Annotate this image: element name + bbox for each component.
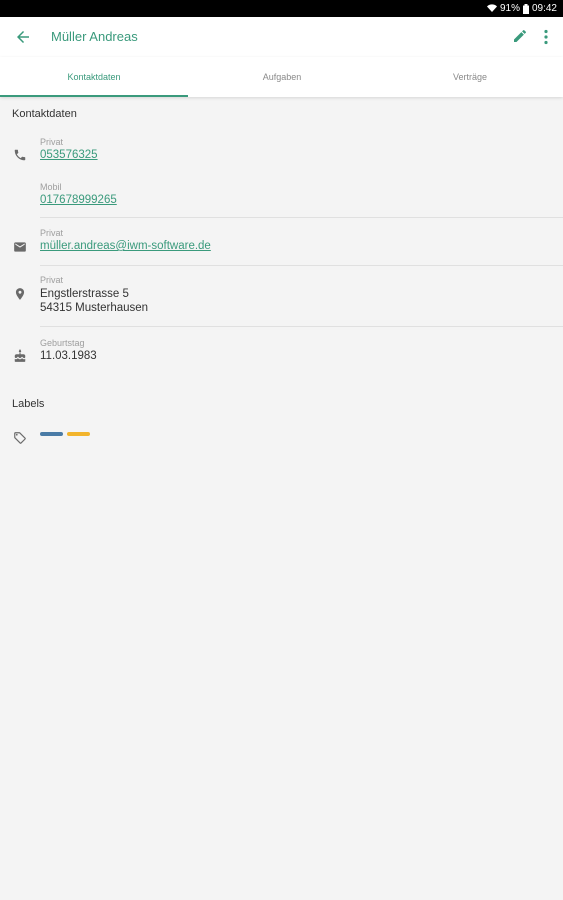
email-label: Privat — [40, 228, 64, 238]
phone-private-label: Privat — [40, 137, 64, 147]
edit-icon[interactable] — [512, 28, 528, 44]
birthday-value: 11.03.1983 — [40, 350, 97, 362]
location-icon — [15, 288, 25, 300]
birthday-cake-icon — [14, 349, 26, 362]
wifi-icon — [486, 4, 497, 12]
address-line1: Engstlerstrasse 5 — [40, 288, 129, 300]
email-link[interactable]: müller.andreas@iwm-software.de — [40, 240, 211, 252]
labels-section-title: Labels — [12, 398, 45, 410]
contact-section-title: Kontaktdaten — [12, 108, 77, 120]
address-line2: 54315 Musterhausen — [40, 302, 149, 314]
clock: 09:42 — [531, 3, 557, 14]
phone-private-link[interactable]: 053576325 — [40, 149, 98, 161]
divider — [40, 265, 563, 266]
back-arrow-icon[interactable] — [14, 28, 32, 46]
divider — [40, 217, 563, 218]
status-bar: 91% 09:42 — [0, 0, 563, 17]
tab-indicator — [0, 95, 188, 97]
label-chip-yellow[interactable] — [67, 432, 90, 436]
phone-mobile-label: Mobil — [40, 182, 62, 192]
page-title: Müller Andreas — [51, 29, 138, 44]
address-label: Privat — [40, 275, 64, 285]
phone-mobile-link[interactable]: 017678999265 — [40, 194, 117, 206]
divider — [40, 326, 563, 327]
label-icon — [14, 432, 26, 444]
tab-kontaktdaten[interactable]: Kontaktdaten — [0, 57, 188, 97]
tab-bar: Kontaktdaten Aufgaben Verträge — [0, 57, 563, 97]
tab-vertraege[interactable]: Verträge — [376, 57, 563, 97]
tab-aufgaben[interactable]: Aufgaben — [188, 57, 376, 97]
battery-percent: 91% — [499, 3, 520, 14]
phone-icon — [14, 149, 26, 161]
app-bar: Müller Andreas — [0, 17, 563, 57]
label-chip-blue[interactable] — [40, 432, 63, 436]
birthday-label: Geburtstag — [40, 338, 85, 348]
email-icon — [14, 242, 26, 252]
more-icon[interactable] — [540, 28, 552, 46]
battery-icon — [522, 3, 529, 14]
